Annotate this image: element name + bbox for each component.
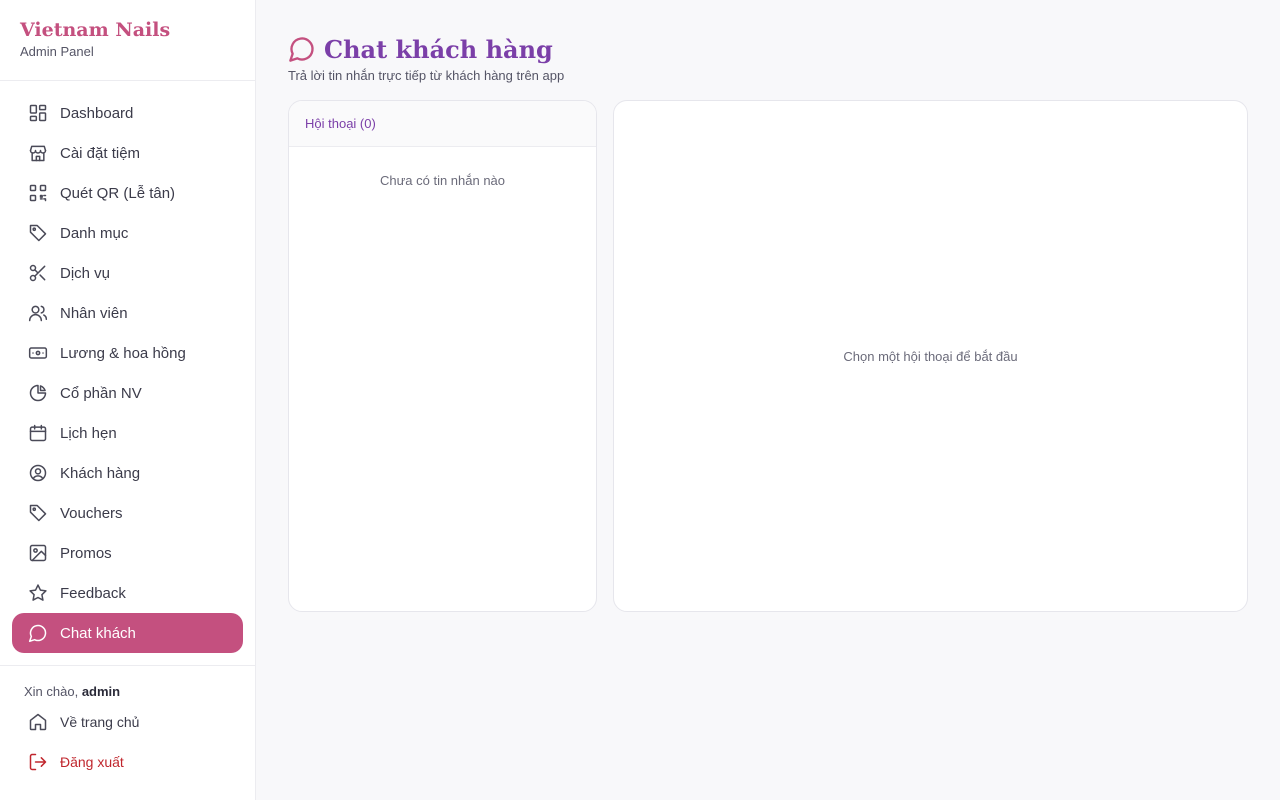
- tag-icon: [28, 223, 48, 243]
- brand-subtitle: Admin Panel: [20, 44, 94, 59]
- sidebar: Vietnam Nails Admin Panel Dashboard Cài …: [0, 0, 256, 800]
- qr-code-icon: [28, 183, 48, 203]
- home-link-label: Về trang chủ: [60, 714, 140, 730]
- brand-name: Vietnam Nails: [20, 19, 171, 41]
- conversations-panel: Hội thoại (0) Chưa có tin nhắn nào: [288, 100, 597, 612]
- sidebar-item-label: Cài đặt tiệm: [60, 144, 141, 162]
- sidebar-item-promos[interactable]: Promos: [12, 533, 243, 573]
- sidebar-item-label: Promos: [60, 544, 112, 562]
- store-icon: [28, 143, 48, 163]
- chat-panel: Chọn một hội thoại để bắt đầu: [613, 100, 1248, 612]
- users-icon: [28, 303, 48, 323]
- page-title: Chat khách hàng: [324, 34, 553, 64]
- dashboard-icon: [28, 103, 48, 123]
- home-link[interactable]: Về trang chủ: [0, 702, 255, 742]
- image-icon: [28, 543, 48, 563]
- sidebar-item-payroll[interactable]: Lương & hoa hồng: [12, 333, 243, 373]
- greeting: Xin chào, admin: [0, 684, 255, 702]
- sidebar-item-categories[interactable]: Danh mục: [12, 213, 243, 253]
- brand: Vietnam Nails Admin Panel: [0, 0, 255, 81]
- sidebar-item-label: Lương & hoa hồng: [60, 344, 186, 362]
- sidebar-item-label: Quét QR (Lễ tân): [60, 184, 176, 202]
- sidebar-item-label: Cổ phần NV: [60, 384, 142, 402]
- sidebar-item-vouchers[interactable]: Vouchers: [12, 493, 243, 533]
- sidebar-nav: Dashboard Cài đặt tiệm Quét QR (Lễ tân) …: [0, 81, 255, 665]
- chat-icon: [288, 35, 316, 63]
- sidebar-item-qr-scan[interactable]: Quét QR (Lễ tân): [12, 173, 243, 213]
- username: admin: [81, 684, 121, 699]
- sidebar-item-customers[interactable]: Khách hàng: [12, 453, 243, 493]
- sidebar-item-label: Lịch hẹn: [60, 424, 117, 442]
- sidebar-item-store-settings[interactable]: Cài đặt tiệm: [12, 133, 243, 173]
- title-row: Chat khách hàng: [288, 32, 564, 66]
- sidebar-footer: Xin chào, admin Về trang chủ Đăng xuất: [0, 665, 255, 800]
- conversations-empty-state: Chưa có tin nhắn nào: [379, 173, 506, 188]
- page-subtitle: Trả lời tin nhắn trực tiếp từ khách hàng…: [288, 68, 565, 83]
- sidebar-item-appointments[interactable]: Lịch hẹn: [12, 413, 243, 453]
- logout-label: Đăng xuất: [60, 754, 124, 770]
- banknote-icon: [28, 343, 48, 363]
- sidebar-item-label: Feedback: [60, 584, 126, 602]
- sidebar-item-label: Chat khách: [60, 624, 136, 642]
- star-icon: [28, 583, 48, 603]
- pie-chart-icon: [28, 383, 48, 403]
- user-circle-icon: [28, 463, 48, 483]
- sidebar-item-feedback[interactable]: Feedback: [12, 573, 243, 613]
- sidebar-item-label: Vouchers: [60, 504, 123, 522]
- home-icon: [28, 712, 48, 732]
- greeting-prefix: Xin chào,: [24, 684, 82, 699]
- conversations-header: Hội thoại (0): [289, 101, 596, 147]
- main-content: Chat khách hàng Trả lời tin nhắn trực ti…: [256, 0, 1280, 800]
- logout-icon: [28, 752, 48, 772]
- sidebar-item-label: Nhân viên: [60, 304, 128, 322]
- logout-button[interactable]: Đăng xuất: [0, 742, 255, 782]
- sidebar-item-label: Danh mục: [60, 224, 129, 242]
- sidebar-item-staff-shares[interactable]: Cổ phần NV: [12, 373, 243, 413]
- sidebar-item-label: Dịch vụ: [60, 264, 111, 282]
- sidebar-item-staff[interactable]: Nhân viên: [12, 293, 243, 333]
- tag-icon: [28, 503, 48, 523]
- sidebar-item-chat[interactable]: Chat khách: [12, 613, 243, 653]
- sidebar-item-label: Dashboard: [60, 104, 134, 122]
- sidebar-item-services[interactable]: Dịch vụ: [12, 253, 243, 293]
- chat-icon: [28, 623, 48, 643]
- scissors-icon: [28, 263, 48, 283]
- sidebar-item-dashboard[interactable]: Dashboard: [12, 93, 243, 133]
- sidebar-item-label: Khách hàng: [60, 464, 141, 482]
- page-header: Chat khách hàng Trả lời tin nhắn trực ti…: [288, 32, 565, 84]
- calendar-icon: [28, 423, 48, 443]
- chat-empty-state: Chọn một hội thoại để bắt đầu: [843, 348, 1018, 364]
